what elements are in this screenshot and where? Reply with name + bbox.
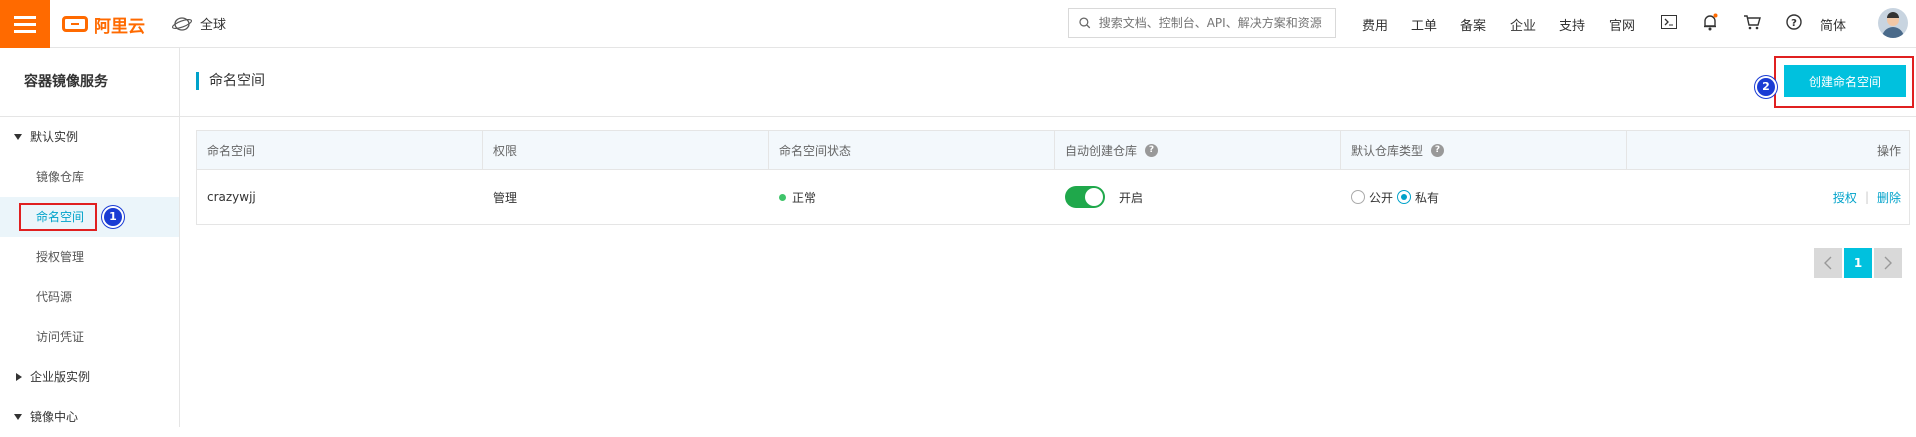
page-number-current[interactable]: 1 bbox=[1844, 248, 1872, 278]
region-selector[interactable]: 全球 bbox=[172, 14, 226, 33]
logo-mark-icon bbox=[62, 16, 88, 32]
pagination: 1 bbox=[1812, 248, 1902, 278]
search-box[interactable] bbox=[1068, 8, 1336, 38]
group-label: 镜像中心 bbox=[30, 410, 79, 424]
main-content: 命名空间 2 创建命名空间 命名空间 权限 命名空间状态 自动创建仓库 ? 默认… bbox=[180, 48, 1916, 427]
highlight-frame bbox=[19, 203, 97, 231]
avatar[interactable] bbox=[1878, 8, 1908, 38]
column-header-actions: 操作 bbox=[1876, 143, 1901, 158]
sidebar-group-default-instance[interactable]: 默认实例 bbox=[0, 117, 179, 157]
sidebar-item-repositories[interactable]: 镜像仓库 bbox=[0, 157, 179, 197]
globe-icon bbox=[172, 16, 192, 31]
question-icon[interactable]: ? bbox=[1145, 143, 1159, 157]
divider: | bbox=[1864, 190, 1869, 204]
region-label: 全球 bbox=[200, 18, 227, 33]
status-dot-icon bbox=[779, 193, 786, 201]
authorize-link[interactable]: 授权 bbox=[1833, 189, 1857, 206]
caret-down-icon bbox=[14, 134, 22, 140]
radio-public[interactable] bbox=[1351, 190, 1365, 204]
logo-text: 阿里云 bbox=[94, 16, 145, 37]
nav-link-enterprise[interactable]: 企业 bbox=[1510, 15, 1536, 34]
sidebar: 容器镜像服务 默认实例 镜像仓库 命名空间 1 授权管理 代码源 访问凭证 企业… bbox=[0, 48, 180, 427]
radio-public-label[interactable]: 公开 bbox=[1369, 189, 1393, 206]
group-label: 默认实例 bbox=[30, 130, 79, 144]
svg-text:?: ? bbox=[1791, 18, 1797, 29]
nav-link-support[interactable]: 支持 bbox=[1559, 15, 1585, 34]
status-text: 正常 bbox=[792, 190, 817, 205]
search-icon bbox=[1079, 17, 1091, 29]
nav-link-icp[interactable]: 备案 bbox=[1460, 15, 1486, 34]
search-input[interactable] bbox=[1096, 15, 1335, 31]
prev-page-button[interactable] bbox=[1814, 248, 1842, 278]
page-title: 命名空间 bbox=[196, 72, 265, 90]
next-page-button[interactable] bbox=[1874, 248, 1902, 278]
permission-value: 管理 bbox=[493, 190, 518, 205]
column-header-label: 自动创建仓库 bbox=[1065, 143, 1138, 158]
sidebar-item-authorization[interactable]: 授权管理 bbox=[0, 237, 179, 277]
caret-down-icon bbox=[14, 414, 22, 420]
column-header-namespace: 命名空间 bbox=[197, 131, 483, 169]
bell-icon[interactable] bbox=[1700, 12, 1720, 32]
repo-type-cell: 公开 私有 bbox=[1341, 170, 1627, 224]
terminal-icon[interactable] bbox=[1659, 12, 1679, 32]
radio-private-label[interactable]: 私有 bbox=[1415, 189, 1439, 206]
top-navbar: 阿里云 全球 费用 工单 备案 企业 支持 官网 ? 简体 bbox=[0, 0, 1916, 48]
radio-private[interactable] bbox=[1397, 190, 1412, 204]
aliyun-logo[interactable]: 阿里云 bbox=[62, 12, 145, 37]
help-icon[interactable]: ? bbox=[1784, 12, 1804, 32]
nav-link-billing[interactable]: 费用 bbox=[1362, 15, 1388, 34]
actions-cell: 授权 | 删除 bbox=[1627, 170, 1909, 224]
table-header: 命名空间 权限 命名空间状态 自动创建仓库 ? 默认仓库类型 ? 操作 bbox=[197, 131, 1909, 170]
column-header-label: 默认仓库类型 bbox=[1351, 143, 1424, 158]
cart-icon[interactable] bbox=[1742, 12, 1762, 32]
question-icon[interactable]: ? bbox=[1431, 143, 1445, 157]
sidebar-item-code-source[interactable]: 代码源 bbox=[0, 277, 179, 317]
sidebar-group-enterprise-instance[interactable]: 企业版实例 bbox=[0, 357, 179, 397]
step-badge-1: 1 bbox=[104, 208, 122, 226]
page-header: 命名空间 2 创建命名空间 bbox=[180, 48, 1916, 117]
nav-link-ticket[interactable]: 工单 bbox=[1411, 15, 1437, 34]
nav-link-website[interactable]: 官网 bbox=[1609, 15, 1635, 34]
table-row: crazywjj 管理 正常 开启 公开 私有 授权 | 删除 bbox=[197, 170, 1909, 224]
delete-link[interactable]: 删除 bbox=[1877, 189, 1901, 206]
namespace-table: 命名空间 权限 命名空间状态 自动创建仓库 ? 默认仓库类型 ? 操作 craz… bbox=[196, 130, 1910, 225]
auto-create-toggle[interactable] bbox=[1065, 186, 1105, 208]
chevron-right-icon bbox=[1884, 256, 1892, 270]
column-header-status: 命名空间状态 bbox=[769, 131, 1055, 169]
language-switch[interactable]: 简体 bbox=[1820, 15, 1846, 34]
namespace-name: crazywjj bbox=[207, 190, 256, 204]
group-label: 企业版实例 bbox=[30, 370, 91, 384]
chevron-left-icon bbox=[1824, 256, 1832, 270]
sidebar-item-namespace[interactable]: 命名空间 1 bbox=[0, 197, 179, 237]
column-header-auto-create: 自动创建仓库 ? bbox=[1055, 131, 1341, 169]
caret-right-icon bbox=[16, 373, 22, 381]
sidebar-group-mirror-center[interactable]: 镜像中心 bbox=[0, 397, 179, 437]
create-namespace-button[interactable]: 创建命名空间 bbox=[1784, 65, 1906, 97]
status-cell: 正常 bbox=[769, 170, 1055, 224]
column-header-permission: 权限 bbox=[483, 131, 769, 169]
column-header-default-type: 默认仓库类型 ? bbox=[1341, 131, 1627, 169]
sidebar-title: 容器镜像服务 bbox=[0, 48, 179, 117]
auto-create-cell: 开启 bbox=[1055, 170, 1341, 224]
menu-icon[interactable] bbox=[0, 0, 50, 48]
step-badge-2: 2 bbox=[1757, 78, 1775, 96]
toggle-label: 开启 bbox=[1119, 190, 1144, 205]
sidebar-item-access-credential[interactable]: 访问凭证 bbox=[0, 317, 179, 357]
